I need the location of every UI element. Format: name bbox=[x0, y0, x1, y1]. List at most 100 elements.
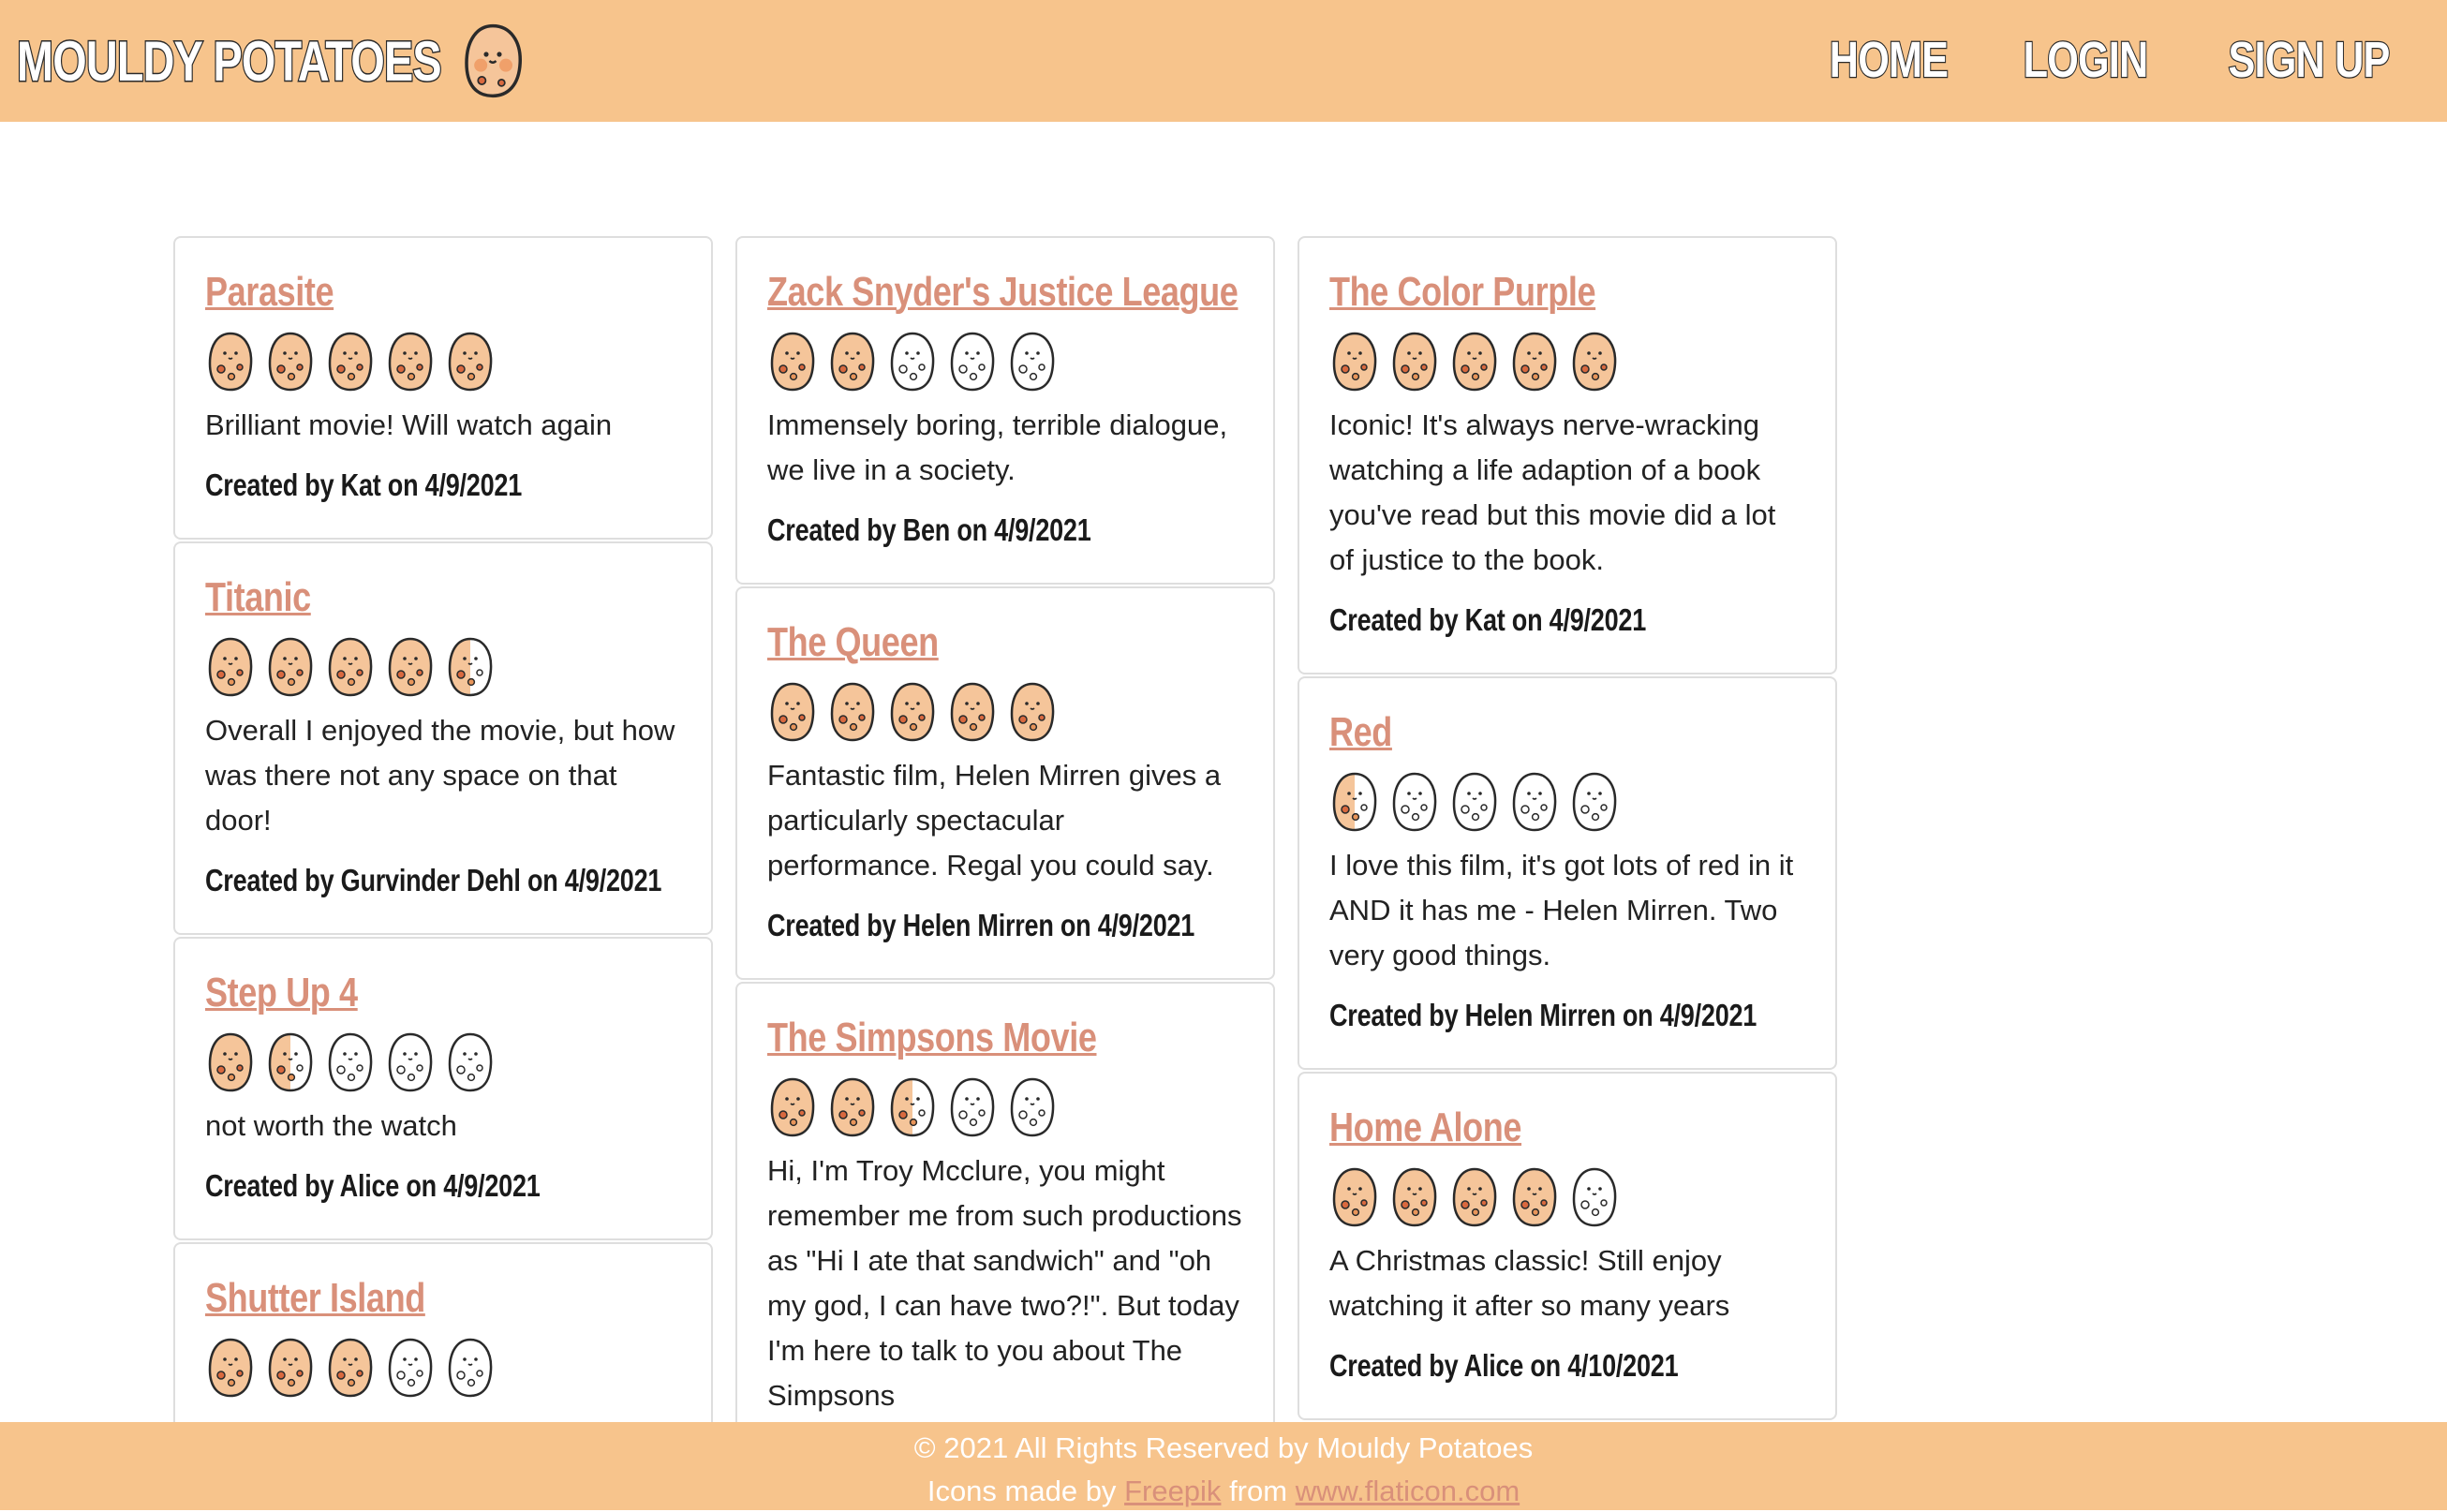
movie-title-link[interactable]: Home Alone bbox=[1329, 1102, 1521, 1154]
review-text: Immensely boring, terrible dialogue, we … bbox=[767, 408, 1228, 486]
flaticon-link[interactable]: www.flaticon.com bbox=[1296, 1475, 1520, 1507]
potato-icon bbox=[770, 332, 815, 392]
potato-icon bbox=[830, 332, 875, 392]
potato-icon bbox=[1392, 332, 1437, 392]
review-card: Parasite Brilliant movie! Will watch agai… bbox=[173, 236, 713, 540]
potato-icon bbox=[1010, 332, 1055, 392]
review-text: Overall I enjoyed the movie, but how was… bbox=[205, 714, 675, 837]
nav-login[interactable]: LOGIN bbox=[2023, 31, 2150, 90]
nav-sign-up[interactable]: SIGN UP bbox=[2227, 31, 2391, 90]
potato-icon bbox=[328, 637, 373, 697]
potato-icon bbox=[1010, 1077, 1055, 1137]
potato-icon bbox=[268, 637, 313, 697]
potato-icon bbox=[328, 332, 373, 392]
potato-icon bbox=[328, 1032, 373, 1092]
movie-title-link[interactable]: Step Up 4 bbox=[205, 967, 358, 1019]
copyright: © 2021 All Rights Reserved by Mouldy Pot… bbox=[913, 1431, 1534, 1464]
review-column: Zack Snyder's Justice League Immensely bo… bbox=[735, 236, 1275, 1471]
review-meta: Created by Ben on 4/9/2021 bbox=[767, 512, 1091, 547]
movie-title-link[interactable]: Red bbox=[1329, 706, 1392, 759]
review-meta: Created by Alice on 4/10/2021 bbox=[1329, 1348, 1679, 1383]
potato-icon bbox=[388, 637, 433, 697]
review-text: Hi, I'm Troy Mcclure, you might remember… bbox=[767, 1154, 1242, 1412]
potato-icon bbox=[448, 1338, 493, 1398]
review-text: not worth the watch bbox=[205, 1109, 457, 1142]
potato-icon bbox=[1572, 1167, 1617, 1227]
main-nav: HOME LOGIN SIGN UP bbox=[1815, 22, 2410, 97]
brand-title[interactable]: MOULDY POTATOES bbox=[16, 28, 443, 94]
review-card: Titanic Overall I enjoyed the movie, but … bbox=[173, 541, 713, 935]
potato-icon bbox=[268, 1338, 313, 1398]
potato-icon bbox=[1332, 772, 1377, 832]
potato-icon bbox=[1010, 682, 1055, 742]
nav-home[interactable]: HOME bbox=[1829, 31, 1950, 90]
movie-title-link[interactable]: Shutter Island bbox=[205, 1272, 425, 1325]
review-text: Iconic! It's always nerve-wracking watch… bbox=[1329, 408, 1776, 576]
potato-icon bbox=[1512, 772, 1557, 832]
potato-rating bbox=[1329, 766, 1805, 838]
review-column: Parasite Brilliant movie! Will watch agai… bbox=[173, 236, 713, 1445]
potato-icon bbox=[1452, 332, 1497, 392]
potato-icon bbox=[1392, 1167, 1437, 1227]
review-text: I love this film, it's got lots of red i… bbox=[1329, 849, 1794, 971]
icon-credit: Icons made by Freepik from www.flaticon.… bbox=[0, 1471, 2447, 1512]
review-meta: Created by Kat on 4/9/2021 bbox=[205, 467, 523, 502]
review-card: Home Alone A Christmas classic! Still enj… bbox=[1298, 1072, 1837, 1420]
potato-rating bbox=[1329, 1162, 1805, 1233]
review-text: Brilliant movie! Will watch again bbox=[205, 408, 613, 441]
potato-icon bbox=[830, 1077, 875, 1137]
potato-rating bbox=[1329, 326, 1805, 397]
potato-rating bbox=[205, 1332, 681, 1403]
credit-prefix: Icons made by bbox=[927, 1475, 1117, 1507]
movie-title-link[interactable]: The Queen bbox=[767, 616, 939, 669]
potato-icon bbox=[1332, 1167, 1377, 1227]
potato-icon bbox=[1572, 332, 1617, 392]
potato-rating bbox=[767, 676, 1243, 748]
movie-title-link[interactable]: The Simpsons Movie bbox=[767, 1012, 1097, 1064]
potato-rating bbox=[205, 1027, 681, 1098]
potato-icon bbox=[1572, 772, 1617, 832]
potato-icon bbox=[890, 1077, 935, 1137]
review-card: The Simpsons Movie Hi, I'm Troy Mcclure, … bbox=[735, 982, 1275, 1469]
potato-icon bbox=[1512, 1167, 1557, 1227]
movie-title-link[interactable]: Titanic bbox=[205, 571, 311, 624]
review-meta: Created by Alice on 4/9/2021 bbox=[205, 1168, 541, 1203]
potato-icon bbox=[1512, 332, 1557, 392]
potato-icon bbox=[1332, 332, 1377, 392]
movie-title-link[interactable]: The Color Purple bbox=[1329, 266, 1596, 319]
review-meta: Created by Gurvinder Dehl on 4/9/2021 bbox=[205, 863, 662, 897]
potato-icon bbox=[1452, 772, 1497, 832]
review-card: Zack Snyder's Justice League Immensely bo… bbox=[735, 236, 1275, 585]
review-meta: Created by Helen Mirren on 4/9/2021 bbox=[767, 908, 1195, 942]
potato-icon bbox=[328, 1338, 373, 1398]
site-header: MOULDY POTATOES HOME LOGIN SIGN UP bbox=[0, 0, 2447, 122]
review-card: The Queen Fantastic film, Helen Mirren gi… bbox=[735, 586, 1275, 980]
potato-icon bbox=[950, 332, 995, 392]
potato-icon bbox=[268, 332, 313, 392]
review-card: Shutter Island bbox=[173, 1242, 713, 1443]
potato-icon bbox=[208, 637, 253, 697]
potato-icon bbox=[770, 1077, 815, 1137]
review-card: Step Up 4 not worth the watch Created by A… bbox=[173, 937, 713, 1240]
freepik-link[interactable]: Freepik bbox=[1124, 1475, 1221, 1507]
potato-rating bbox=[205, 631, 681, 703]
potato-icon bbox=[448, 637, 493, 697]
potato-icon bbox=[950, 682, 995, 742]
potato-icon bbox=[830, 682, 875, 742]
potato-icon bbox=[268, 1032, 313, 1092]
potato-logo-icon bbox=[465, 23, 522, 98]
review-column: The Color Purple Iconic! It's always nerv… bbox=[1298, 236, 1837, 1422]
review-card: Red I love this film, it's got lots of re… bbox=[1298, 676, 1837, 1070]
potato-icon bbox=[388, 1032, 433, 1092]
review-grid: Parasite Brilliant movie! Will watch agai… bbox=[173, 236, 1837, 1471]
review-meta: Created by Helen Mirren on 4/9/2021 bbox=[1329, 998, 1757, 1032]
potato-icon bbox=[208, 1032, 253, 1092]
potato-icon bbox=[1452, 1167, 1497, 1227]
movie-title-link[interactable]: Zack Snyder's Justice League bbox=[767, 266, 1238, 319]
review-text: Fantastic film, Helen Mirren gives a par… bbox=[767, 759, 1222, 882]
brand[interactable]: MOULDY POTATOES bbox=[16, 21, 526, 101]
potato-icon bbox=[890, 332, 935, 392]
potato-icon bbox=[770, 682, 815, 742]
potato-icon bbox=[208, 1338, 253, 1398]
movie-title-link[interactable]: Parasite bbox=[205, 266, 334, 319]
